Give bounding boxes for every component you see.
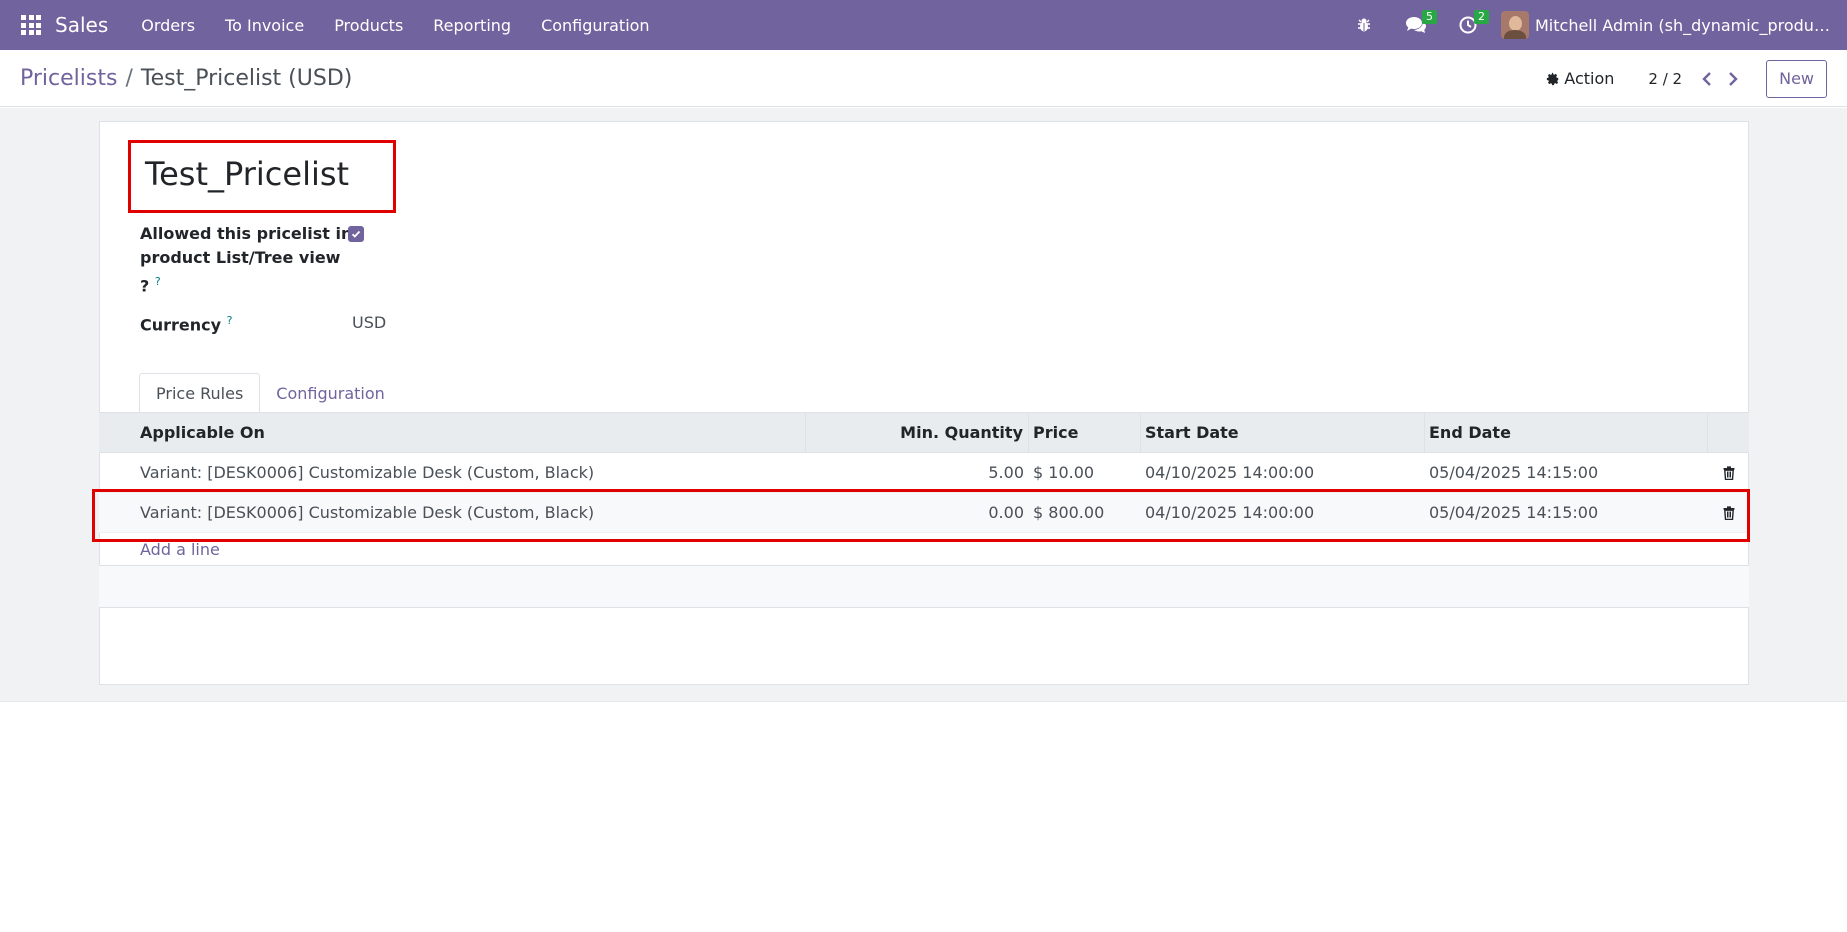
gear-icon [1547, 72, 1559, 85]
new-button[interactable]: New [1766, 59, 1827, 98]
activities-clock-icon[interactable]: 2 [1453, 10, 1489, 40]
trash-icon[interactable] [1723, 465, 1735, 480]
breadcrumb-pricelists-link[interactable]: Pricelists [20, 66, 117, 91]
app-menu-icon[interactable] [21, 15, 41, 35]
menu-products[interactable]: Products [319, 16, 418, 35]
menu-configuration[interactable]: Configuration [526, 16, 665, 35]
pricelist-name-field[interactable]: Test_Pricelist [145, 155, 349, 193]
row-highlight-box [92, 489, 1750, 542]
user-avatar[interactable] [1501, 11, 1529, 39]
help-tooltip-icon[interactable]: ? [227, 314, 233, 327]
table-footer [99, 566, 1749, 608]
cell-price: $ 10.00 [1033, 463, 1095, 482]
action-menu-button[interactable]: Action [1546, 69, 1614, 88]
messages-icon[interactable]: 5 [1401, 10, 1437, 40]
cell-applicable-on: Variant: [DESK0006] Customizable Desk (C… [140, 463, 595, 482]
chevron-left-icon [1702, 71, 1711, 86]
tab-price-rules[interactable]: Price Rules [139, 373, 261, 413]
checkmark-icon [351, 230, 361, 238]
tab-configuration[interactable]: Configuration [260, 373, 401, 413]
menu-to-invoice[interactable]: To Invoice [210, 16, 319, 35]
breadcrumb-separator: / [125, 65, 133, 91]
header-price[interactable]: Price [1029, 412, 1141, 453]
header-min-quantity[interactable]: Min. Quantity [806, 412, 1029, 453]
menu-reporting[interactable]: Reporting [418, 16, 526, 35]
header-applicable-on[interactable]: Applicable On [99, 412, 806, 453]
currency-field[interactable]: USD [352, 313, 386, 332]
control-panel: Pricelists / Test_Pricelist (USD) Action… [0, 50, 1847, 107]
pager-previous-button[interactable] [1694, 66, 1720, 92]
action-label: Action [1564, 69, 1615, 88]
table-row[interactable]: Variant: [DESK0006] Customizable Desk (C… [99, 453, 1749, 493]
cell-start-date: 04/10/2025 14:00:00 [1145, 463, 1315, 482]
cell-end-date: 05/04/2025 14:15:00 [1429, 463, 1599, 482]
allowed-in-list-view-checkbox[interactable] [348, 226, 364, 242]
breadcrumb: Pricelists / Test_Pricelist (USD) [20, 66, 352, 91]
pager-next-button[interactable] [1720, 66, 1746, 92]
messages-badge: 5 [1422, 10, 1437, 24]
add-line-link[interactable]: Add a line [99, 540, 220, 559]
header-start-date[interactable]: Start Date [1141, 412, 1425, 453]
breadcrumb-current: Test_Pricelist (USD) [140, 65, 353, 91]
menu-orders[interactable]: Orders [126, 16, 210, 35]
pager-value[interactable]: 2 / 2 [1648, 70, 1682, 88]
top-navbar: Sales Orders To Invoice Products Reporti… [0, 0, 1847, 50]
activities-badge: 2 [1474, 10, 1489, 24]
header-end-date[interactable]: End Date [1425, 412, 1708, 453]
debug-bug-icon[interactable] [1349, 10, 1379, 40]
currency-label: Currency ? [140, 314, 233, 335]
cell-min-quantity: 5.00 [988, 463, 1024, 482]
help-tooltip-icon[interactable]: ? [155, 275, 161, 288]
table-header: Applicable On Min. Quantity Price Start … [99, 412, 1749, 453]
user-menu[interactable]: Mitchell Admin (sh_dynamic_product_... [1535, 16, 1830, 35]
allowed-in-list-view-label: Allowed this pricelist in product List/T… [140, 224, 353, 296]
chevron-right-icon [1729, 71, 1738, 86]
app-brand[interactable]: Sales [55, 13, 108, 37]
notebook-tabs: Price Rules Configuration [139, 373, 401, 413]
